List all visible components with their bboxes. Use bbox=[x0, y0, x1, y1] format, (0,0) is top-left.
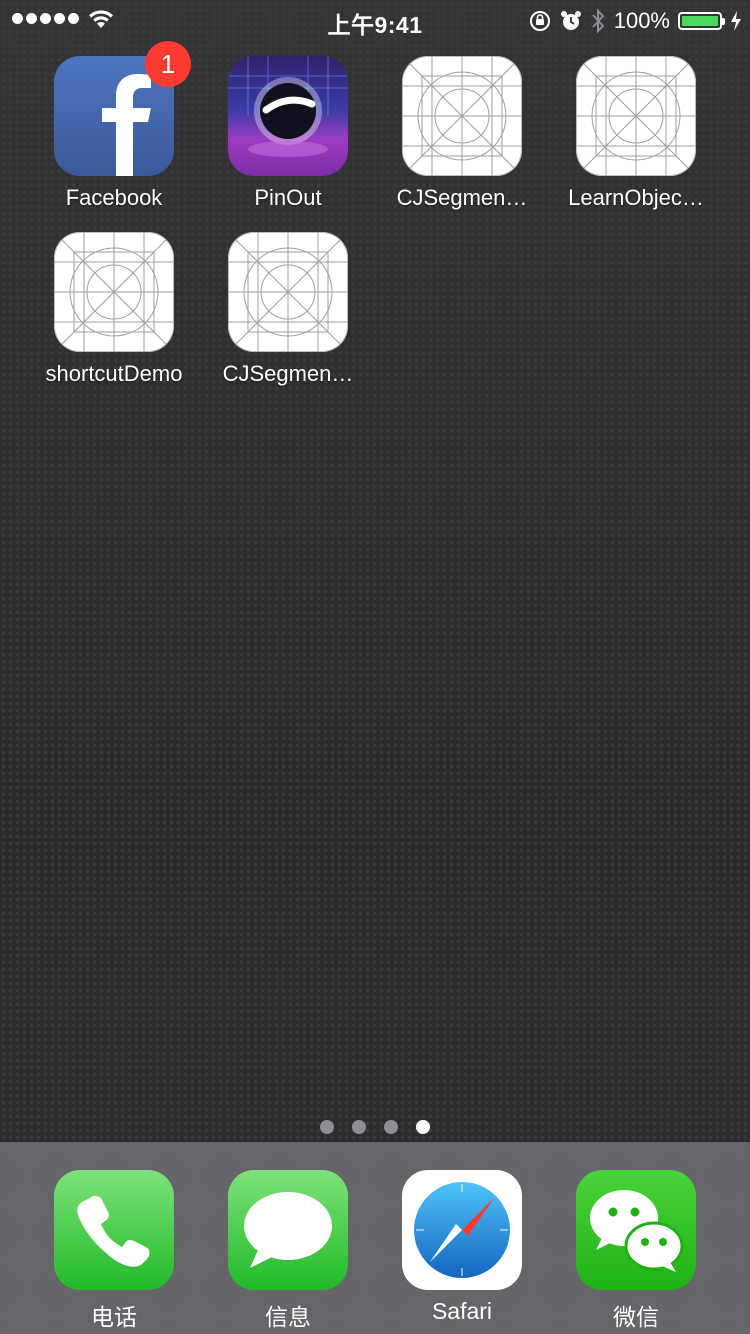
status-bar: 上午9:41 100% bbox=[0, 0, 750, 40]
placeholder-app-icon bbox=[54, 232, 174, 352]
wechat-icon bbox=[576, 1170, 696, 1290]
app-cjsegment-2[interactable]: CJSegmen… bbox=[201, 232, 375, 387]
dock-app-wechat[interactable]: 微信 bbox=[549, 1170, 723, 1332]
messages-icon bbox=[228, 1170, 348, 1290]
page-indicator[interactable] bbox=[0, 1120, 750, 1134]
notification-badge: 1 bbox=[145, 41, 191, 87]
app-label: Safari bbox=[431, 1298, 493, 1324]
app-label: PinOut bbox=[254, 185, 322, 210]
app-label: 信息 bbox=[265, 1304, 311, 1330]
bluetooth-icon bbox=[591, 8, 605, 34]
placeholder-app-icon bbox=[402, 56, 522, 176]
safari-icon bbox=[402, 1170, 522, 1290]
placeholder-app-icon bbox=[228, 232, 348, 352]
dock-app-phone[interactable]: 电话 bbox=[27, 1170, 201, 1332]
page-dot[interactable] bbox=[320, 1120, 334, 1134]
alarm-icon bbox=[560, 11, 581, 30]
app-pinout[interactable]: PinOut bbox=[201, 56, 375, 211]
app-label: 电话 bbox=[91, 1304, 137, 1330]
page-dot[interactable] bbox=[384, 1120, 398, 1134]
phone-icon bbox=[54, 1170, 174, 1290]
app-label: LearnObjec… bbox=[568, 185, 704, 210]
placeholder-app-icon bbox=[576, 56, 696, 176]
battery-percentage: 100% bbox=[613, 8, 670, 33]
app-label: Facebook bbox=[65, 185, 163, 210]
battery-icon bbox=[678, 12, 725, 30]
dock-app-messages[interactable]: 信息 bbox=[201, 1170, 375, 1332]
rotation-lock-icon bbox=[529, 11, 550, 31]
page-dot-current[interactable] bbox=[416, 1120, 430, 1134]
app-label: CJSegmen… bbox=[222, 361, 354, 386]
app-label: 微信 bbox=[613, 1304, 659, 1330]
page-dot[interactable] bbox=[352, 1120, 366, 1134]
app-cjsegment[interactable]: CJSegmen… bbox=[375, 56, 549, 211]
app-label: shortcutDemo bbox=[45, 361, 183, 386]
app-shortcutdemo[interactable]: shortcutDemo bbox=[27, 232, 201, 387]
charging-icon bbox=[731, 11, 741, 31]
pinout-icon bbox=[228, 56, 348, 176]
dock-app-safari[interactable]: Safari bbox=[375, 1170, 549, 1325]
app-learnobjec[interactable]: LearnObjec… bbox=[549, 56, 723, 211]
app-facebook[interactable]: 1 Facebook bbox=[27, 41, 201, 211]
dock: 电话 信息 Safari 微信 bbox=[0, 1142, 750, 1334]
app-label: CJSegmen… bbox=[396, 185, 528, 210]
